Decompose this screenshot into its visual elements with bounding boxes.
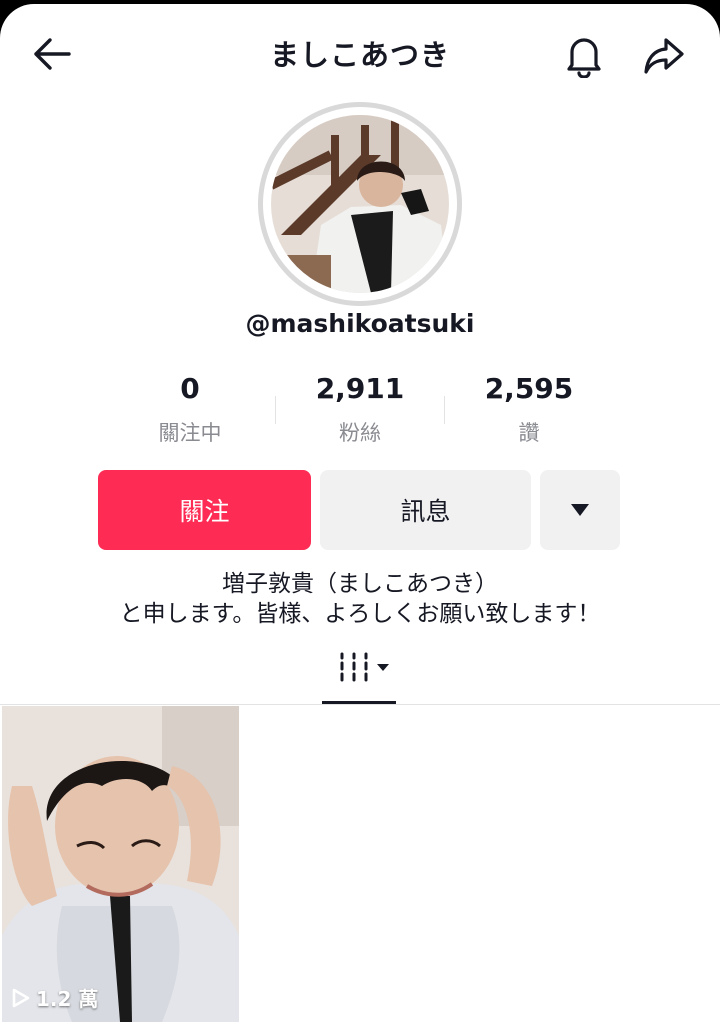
top-bar: ましこあつき: [0, 4, 720, 104]
video-thumbnail-image: [2, 706, 239, 1022]
message-button[interactable]: 訊息: [320, 470, 531, 550]
profile-screen: ましこあつき @mashikoatsuki 0 關注中 2,911 粉絲 2,5…: [0, 4, 720, 1024]
stat-following[interactable]: 0 關注中: [105, 372, 275, 447]
page-title: ましこあつき: [269, 38, 450, 72]
tab-videos[interactable]: [322, 648, 396, 706]
more-options-button[interactable]: [540, 470, 620, 550]
username: @mashikoatsuki: [245, 309, 475, 338]
stat-value: 2,595: [484, 372, 574, 405]
stat-label: 關注中: [158, 421, 222, 445]
avatar[interactable]: [271, 115, 449, 293]
bio: 増子敦貴（ましこあつき） と申します。皆様、よろしくお願い致します！: [0, 569, 720, 629]
stat-followers[interactable]: 2,911 粉絲: [275, 372, 445, 447]
grid-bars-icon: [340, 652, 389, 682]
avatar-photo: [271, 115, 449, 293]
stat-value: 0: [180, 372, 200, 405]
bell-icon: [567, 38, 601, 78]
video-thumbnail[interactable]: 1.2 萬: [2, 706, 239, 1022]
stat-label: 讚: [518, 421, 540, 445]
share-icon: [644, 38, 684, 74]
avatar-ring: [258, 102, 462, 306]
stat-label: 粉絲: [339, 421, 381, 445]
bio-line: と申します。皆様、よろしくお願い致します！: [119, 601, 601, 627]
chevron-down-icon: [377, 664, 389, 671]
follow-button[interactable]: 關注: [98, 470, 311, 550]
view-count: 1.2 萬: [12, 983, 98, 1012]
triangle-down-icon: [571, 504, 589, 516]
bio-line: 増子敦貴（ましこあつき）: [222, 571, 498, 597]
stat-value: 2,911: [315, 372, 405, 405]
share-button[interactable]: [636, 28, 692, 84]
stat-likes: 2,595 讚: [444, 372, 614, 447]
play-icon: [12, 988, 30, 1007]
divider: [0, 704, 720, 705]
view-count-text: 1.2 萬: [36, 987, 99, 1011]
notification-button[interactable]: [556, 28, 612, 84]
